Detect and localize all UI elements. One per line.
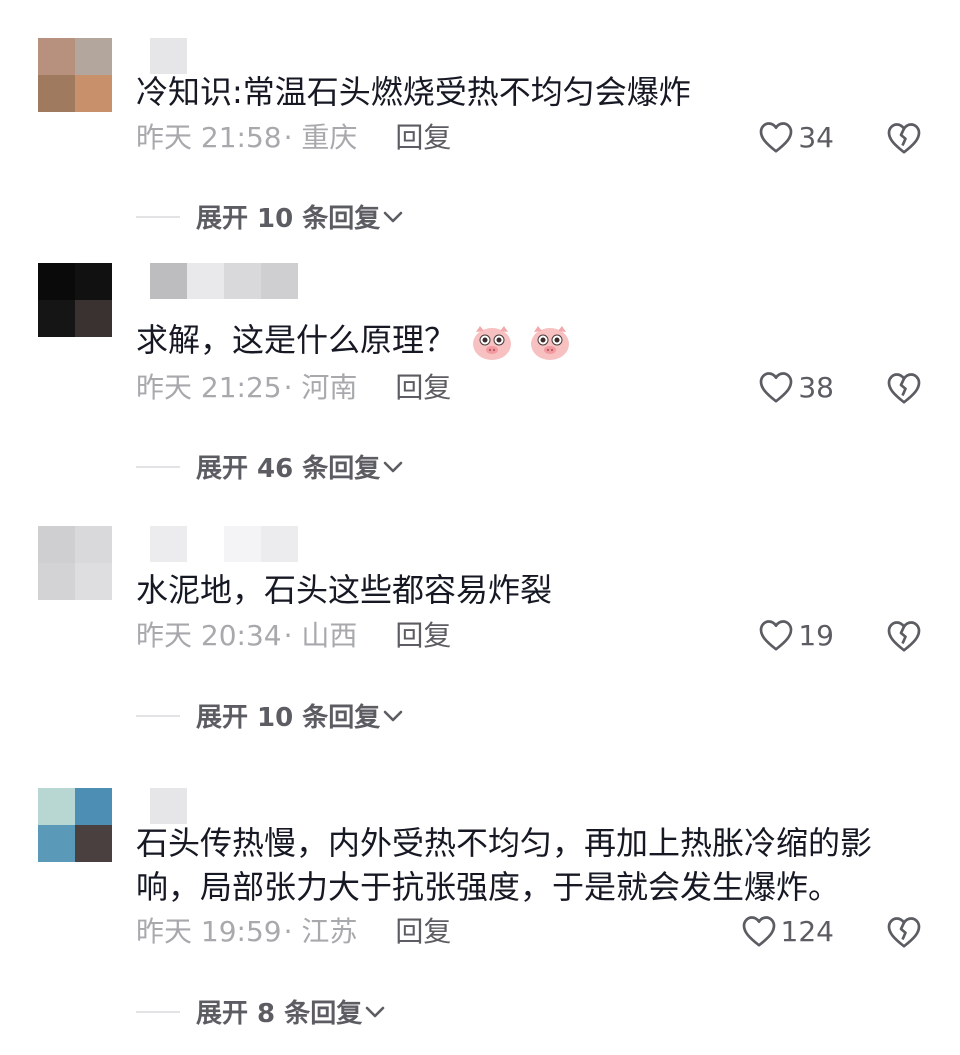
broken-heart-icon <box>887 373 921 404</box>
comment-time: 昨天 20:34 <box>136 619 282 652</box>
avatar-tile <box>75 38 112 75</box>
avatar-tile <box>38 526 75 563</box>
like-button[interactable]: 19 <box>758 618 834 652</box>
divider-line <box>136 215 180 218</box>
avatar-tile <box>38 300 75 337</box>
comment-location: · 江苏 <box>283 915 358 948</box>
username-tile <box>150 788 187 824</box>
avatar-tile <box>75 788 112 825</box>
heart-outline-icon <box>742 916 775 947</box>
comment-time: 昨天 21:25 <box>136 371 282 404</box>
like-count: 38 <box>798 370 834 404</box>
avatar-tile <box>75 825 112 862</box>
username-blurred[interactable] <box>150 38 187 74</box>
chevron-down-icon <box>383 461 403 472</box>
avatar[interactable] <box>38 263 112 337</box>
comment-meta: 昨天 19:59 · 江苏 回复 <box>136 914 451 950</box>
avatar-tile <box>38 38 75 75</box>
dislike-button[interactable] <box>886 619 922 657</box>
expand-replies-label: 展开 46 条回复 <box>196 454 381 484</box>
reply-button[interactable]: 回复 <box>395 618 451 654</box>
avatar[interactable] <box>38 526 112 600</box>
divider-line <box>136 1010 180 1013</box>
comment-location: · 重庆 <box>283 121 358 154</box>
username-tile <box>150 526 187 562</box>
username-tile <box>150 263 187 299</box>
chevron-down-icon <box>365 1006 385 1017</box>
comment-meta: 昨天 20:34 · 山西 回复 <box>136 618 451 654</box>
like-button[interactable]: 34 <box>758 120 834 154</box>
comment-meta: 昨天 21:58 · 重庆 回复 <box>136 120 451 156</box>
like-count: 124 <box>780 914 834 948</box>
expand-replies-label: 展开 10 条回复 <box>196 204 381 234</box>
reply-button[interactable]: 回复 <box>395 370 451 406</box>
broken-heart-icon <box>887 123 921 154</box>
comment-location: · 河南 <box>283 371 358 404</box>
expand-replies-button[interactable]: 展开 10 条回复 <box>136 198 404 235</box>
divider-line <box>136 465 180 468</box>
dislike-button[interactable] <box>886 915 922 953</box>
broken-heart-icon <box>887 917 921 948</box>
like-count: 19 <box>798 618 834 652</box>
comment-text: 水泥地，石头这些都容易炸裂 <box>136 571 553 609</box>
broken-heart-icon <box>887 621 921 652</box>
comment-meta: 昨天 21:25 · 河南 回复 <box>136 370 451 406</box>
comment-location: · 山西 <box>283 619 358 652</box>
pig-face-emoji <box>473 326 512 360</box>
avatar-tile <box>38 825 75 862</box>
avatar-tile <box>75 563 112 600</box>
avatar-tile <box>75 263 112 300</box>
username-tile <box>187 526 224 562</box>
comment-text-content: 求解，这是什么原理？ <box>136 321 457 359</box>
username-blurred[interactable] <box>150 526 298 562</box>
avatar-tile <box>38 75 75 112</box>
expand-replies-button[interactable]: 展开 8 条回复 <box>136 993 386 1030</box>
dislike-button[interactable] <box>886 371 922 409</box>
username-tile <box>224 263 261 299</box>
avatar-tile <box>38 263 75 300</box>
like-button[interactable]: 38 <box>758 370 834 404</box>
avatar-tile <box>75 75 112 112</box>
expand-replies-label: 展开 8 条回复 <box>196 999 363 1029</box>
reply-button[interactable]: 回复 <box>395 914 451 950</box>
comment-text: 冷知识:常温石头燃烧受热不均匀会爆炸 <box>136 73 691 111</box>
comment-text: 石头传热慢，内外受热不均匀，再加上热胀冷缩的影响，局部张力大于抗张强度，于是就会… <box>136 824 873 906</box>
dislike-button[interactable] <box>886 121 922 159</box>
avatar-tile <box>75 526 112 563</box>
chevron-down-icon <box>383 710 403 721</box>
divider-line <box>136 714 180 717</box>
username-tile <box>261 526 298 562</box>
pig-face-emoji <box>531 326 570 360</box>
username-blurred[interactable] <box>150 263 298 299</box>
avatar[interactable] <box>38 38 112 112</box>
username-blurred[interactable] <box>150 788 187 824</box>
like-count: 34 <box>798 120 834 154</box>
username-tile <box>187 263 224 299</box>
expand-replies-button[interactable]: 展开 10 条回复 <box>136 697 404 734</box>
avatar-tile <box>75 300 112 337</box>
username-tile <box>224 526 261 562</box>
expand-replies-button[interactable]: 展开 46 条回复 <box>136 448 404 485</box>
avatar-tile <box>38 788 75 825</box>
username-tile <box>261 263 298 299</box>
comment-time: 昨天 19:59 <box>136 915 282 948</box>
heart-outline-icon <box>760 372 793 403</box>
expand-replies-label: 展开 10 条回复 <box>196 703 381 733</box>
comment-text: 求解，这是什么原理？ <box>136 318 926 362</box>
username-tile <box>150 38 187 74</box>
chevron-down-icon <box>383 211 403 222</box>
like-button[interactable]: 124 <box>741 914 834 948</box>
heart-outline-icon <box>760 122 793 153</box>
reply-button[interactable]: 回复 <box>395 120 451 156</box>
comment-time: 昨天 21:58 <box>136 121 282 154</box>
avatar[interactable] <box>38 788 112 862</box>
avatar-tile <box>38 563 75 600</box>
heart-outline-icon <box>760 620 793 651</box>
